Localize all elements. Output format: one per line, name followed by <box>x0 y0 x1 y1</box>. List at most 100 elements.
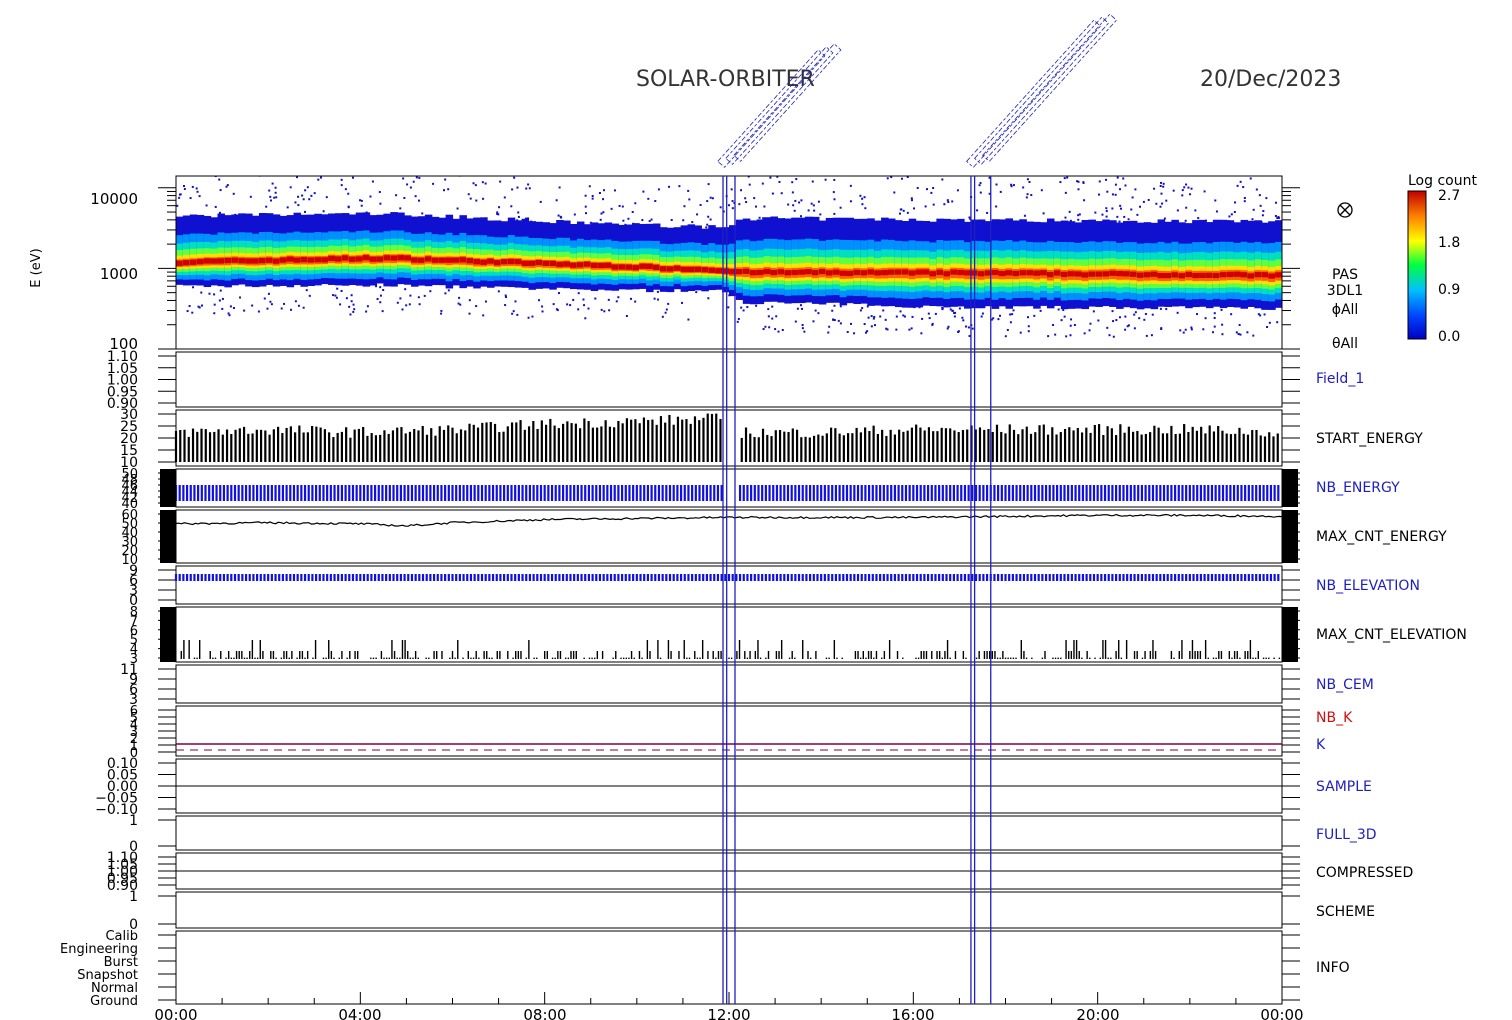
spectrogram-count-dot <box>280 307 283 310</box>
spectrogram-band-78-6 <box>715 268 723 274</box>
spectrogram-count-dot <box>709 196 712 199</box>
spectrogram-count-dot <box>1187 186 1190 189</box>
spectrogram-count-dot <box>1077 214 1080 217</box>
panel-label: NB_ENERGY <box>1316 480 1400 496</box>
spectrogram-band-24-6 <box>341 255 350 261</box>
spectrogram-band-133-6 <box>1095 271 1103 277</box>
spectrogram-count-dot <box>753 197 756 200</box>
spectrogram-count-dot <box>591 197 594 200</box>
spectrogram-count-dot <box>1105 215 1108 218</box>
panel-frame <box>175 664 1283 704</box>
spectrogram-count-dot <box>382 288 385 291</box>
spectrogram-panel: E (eV) 10000 1000 100 PAS 3DL1 ϕAll θAll <box>29 175 1363 353</box>
spectrogram-count-dot <box>308 198 311 201</box>
spectrogram-band-84-6 <box>756 269 765 276</box>
spectrogram-count-dot <box>895 315 898 318</box>
spectrogram-band-3-6 <box>196 259 205 265</box>
spectrogram-count-dot <box>795 178 798 181</box>
spectrogram-count-dot <box>399 207 402 210</box>
spectrogram-count-dot <box>1243 200 1246 203</box>
spectrogram-count-dot <box>1266 325 1269 328</box>
spectrogram-band-27-6 <box>362 255 371 261</box>
spectrogram-count-dot <box>1242 186 1245 189</box>
spectrogram-count-dot <box>932 203 935 206</box>
spectrogram-count-dot <box>777 330 780 333</box>
spectrogram-count-dot <box>792 204 795 207</box>
spectrogram-count-dot <box>1063 315 1066 318</box>
spectrogram-count-dot <box>930 191 933 194</box>
spectrogram-count-dot <box>682 219 685 222</box>
spectrogram-count-dot <box>866 305 869 308</box>
spectrogram-count-dot <box>301 194 304 197</box>
spectrogram-count-dot <box>864 207 867 210</box>
spectrogram-count-dot <box>1179 329 1182 332</box>
spectrogram-count-dot <box>882 309 885 312</box>
spectrogram-count-dot <box>273 196 276 199</box>
spectrogram-count-dot <box>176 204 179 207</box>
spectrogram-count-dot <box>603 310 606 313</box>
spectrogram-band-113-6 <box>957 269 965 276</box>
spectrogram-count-dot <box>1184 328 1187 331</box>
spectrogram-count-dot <box>405 304 408 307</box>
spectrogram-count-dot <box>864 331 867 334</box>
spectrogram-count-dot <box>584 205 587 208</box>
spectrogram-count-dot <box>997 219 1000 222</box>
spectrogram-count-dot <box>711 197 714 200</box>
spectrogram-count-dot <box>625 314 628 317</box>
spectrogram-count-dot <box>1101 213 1104 216</box>
colorbar-tick-1.8: 1.8 <box>1438 235 1460 251</box>
panel-nb-cem: 11963NB_CEM <box>120 662 1374 708</box>
spectrogram-count-dot <box>1094 211 1097 214</box>
spectrogram-band-20-6 <box>314 257 322 263</box>
spectrogram-count-dot <box>1111 207 1114 210</box>
spectrogram-count-dot <box>981 312 984 315</box>
spectrogram-count-dot <box>218 178 221 181</box>
spectrogram-band-104-6 <box>894 269 903 275</box>
spectrogram-band-99-6 <box>860 270 868 276</box>
spectrogram-count-dot <box>313 192 316 195</box>
spectrogram-count-dot <box>332 294 335 297</box>
spectrogram-band-105-6 <box>901 269 910 275</box>
spectrogram-count-dot <box>833 178 836 181</box>
spectrogram-count-dot <box>195 187 198 190</box>
spectrogram-count-dot <box>263 297 266 300</box>
spectrogram-band-47-6 <box>500 259 509 265</box>
spectrogram-count-dot <box>1165 199 1168 202</box>
spectrogram-count-dot <box>1211 331 1214 334</box>
spectrogram-count-dot <box>979 191 982 194</box>
panel-frame <box>175 509 1283 564</box>
spectrogram-count-dot <box>867 316 870 319</box>
spectrogram-count-dot <box>832 191 835 194</box>
spectrogram-count-dot <box>232 307 235 310</box>
spectrogram-band-107-6 <box>915 269 924 275</box>
spectrogram-count-dot <box>863 323 866 326</box>
spectrogram-count-dot <box>1252 334 1255 337</box>
spectrogram-count-dot <box>1185 206 1188 209</box>
spectrogram-count-dot <box>873 315 876 318</box>
spectrogram-count-dot <box>979 182 982 185</box>
spectrogram-count-dot <box>1062 309 1065 312</box>
spectrogram-count-dot <box>375 285 378 288</box>
panel-label: MAX_CNT_ENERGY <box>1316 529 1447 545</box>
spectrogram-count-dot <box>1136 213 1139 216</box>
spectrogram-count-dot <box>527 183 530 186</box>
spectrogram-band-64-6 <box>618 264 626 270</box>
spectrogram-count-dot <box>566 303 569 306</box>
spectrogram-band-35-6 <box>417 257 426 263</box>
spectrogram-count-dot <box>709 218 712 221</box>
spectrogram-count-dot <box>1064 216 1067 219</box>
spectrogram-count-dot <box>1185 183 1188 186</box>
spectrogram-count-dot <box>767 308 770 311</box>
spectrogram-count-dot <box>228 314 231 317</box>
spectrogram-count-dot <box>1189 193 1192 196</box>
spectrogram-count-dot <box>799 215 802 218</box>
spectrogram-count-dot <box>517 211 520 214</box>
spectrogram-band-100-6 <box>867 269 875 275</box>
spectrogram-count-dot <box>484 182 487 185</box>
spectrogram-band-81-6 <box>735 269 744 275</box>
spectrogram-count-dot <box>737 317 740 320</box>
spectrogram-count-dot <box>274 191 277 194</box>
spectrogram-count-dot <box>774 328 777 331</box>
panel-label: START_ENERGY <box>1316 431 1423 447</box>
spectrogram-count-dot <box>1162 182 1165 185</box>
